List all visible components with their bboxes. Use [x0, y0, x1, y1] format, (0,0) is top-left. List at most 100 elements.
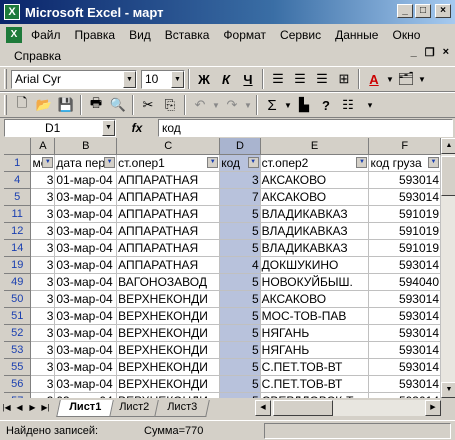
- chevron-down-icon[interactable]: ▼: [171, 70, 184, 88]
- new-document-icon[interactable]: 🗋: [11, 94, 33, 116]
- row-header[interactable]: 50: [4, 290, 32, 308]
- cell[interactable]: 3: [30, 171, 56, 189]
- row-header[interactable]: 4: [4, 171, 32, 189]
- toolbar-grip[interactable]: [4, 95, 7, 115]
- cell[interactable]: 593014: [368, 256, 441, 274]
- align-right-icon[interactable]: ☰: [311, 68, 333, 90]
- cut-icon[interactable]: ✂: [137, 94, 159, 116]
- merge-center-icon[interactable]: ⊞: [333, 68, 355, 90]
- cell[interactable]: АППАРАТНАЯ: [116, 256, 221, 274]
- align-left-icon[interactable]: ☰: [267, 68, 289, 90]
- row-header[interactable]: 51: [4, 307, 32, 325]
- cell[interactable]: 03-мар-04: [54, 273, 118, 291]
- cell[interactable]: АППАРАТНАЯ: [116, 239, 221, 257]
- chevron-down-icon[interactable]: ▼: [211, 94, 221, 116]
- cell[interactable]: 593014: [368, 341, 441, 359]
- help-button[interactable]: ?: [315, 94, 337, 116]
- cell[interactable]: 3: [30, 307, 56, 325]
- autofilter-dropdown-icon[interactable]: ▼: [247, 156, 259, 168]
- doc-close-button[interactable]: ×: [443, 46, 449, 59]
- cell[interactable]: 593014: [368, 171, 441, 189]
- menu-help[interactable]: Справка: [0, 49, 68, 63]
- cell[interactable]: 5: [219, 273, 261, 291]
- cell[interactable]: ВЕРХНЕКОНДИ: [116, 290, 221, 308]
- autofilter-dropdown-icon[interactable]: ▼: [428, 156, 439, 168]
- font-color-icon[interactable]: A: [363, 68, 385, 90]
- cell[interactable]: ВЕРХНЕКОНДИ: [116, 341, 221, 359]
- row-header[interactable]: 56: [4, 375, 32, 393]
- column-header[interactable]: E: [260, 138, 370, 155]
- chevron-down-icon[interactable]: ▼: [243, 94, 253, 116]
- cell[interactable]: 593014: [368, 375, 441, 393]
- cell[interactable]: 593014: [368, 290, 441, 308]
- scroll-left-icon[interactable]: ◀: [255, 400, 271, 416]
- column-header[interactable]: C: [116, 138, 221, 155]
- open-folder-icon[interactable]: 📂: [33, 94, 55, 116]
- redo-icon[interactable]: ↷: [221, 94, 243, 116]
- scroll-thumb[interactable]: [441, 156, 455, 196]
- minimize-button[interactable]: _: [397, 4, 413, 18]
- horizontal-scroll-thumb[interactable]: [273, 400, 333, 416]
- row-header[interactable]: 49: [4, 273, 32, 291]
- cell[interactable]: 5: [219, 375, 261, 393]
- cell[interactable]: ДОКШУКИНО: [260, 256, 370, 274]
- cell[interactable]: 03-мар-04: [54, 205, 118, 223]
- cell[interactable]: 5: [219, 307, 261, 325]
- cell[interactable]: АППАРАТНАЯ: [116, 222, 221, 240]
- italic-button[interactable]: К: [215, 68, 237, 90]
- cell[interactable]: МОС-ТОВ-ПАВ: [260, 307, 370, 325]
- autofilter-dropdown-icon[interactable]: ▼: [42, 156, 54, 168]
- prev-sheet-icon[interactable]: ◀: [13, 400, 26, 415]
- name-box[interactable]: D1 ▼: [4, 119, 116, 137]
- cell[interactable]: 3: [219, 171, 261, 189]
- cell[interactable]: 3: [30, 273, 56, 291]
- scroll-right-icon[interactable]: ▶: [425, 400, 441, 416]
- align-center-icon[interactable]: ☰: [289, 68, 311, 90]
- doc-minimize-button[interactable]: _: [411, 46, 417, 59]
- select-all-corner[interactable]: [4, 138, 32, 155]
- cell[interactable]: 3: [30, 188, 56, 206]
- menu-view[interactable]: Вид: [122, 28, 158, 42]
- cell[interactable]: 5: [219, 324, 261, 342]
- print-preview-icon[interactable]: 🔍: [107, 94, 129, 116]
- cell[interactable]: ВЕРХНЕКОНДИ: [116, 358, 221, 376]
- cell[interactable]: ВЕРХНЕКОНДИ: [116, 307, 221, 325]
- font-size-select[interactable]: 10 ▼: [141, 69, 185, 89]
- cell[interactable]: 593014: [368, 324, 441, 342]
- cell[interactable]: 03-мар-04: [54, 375, 118, 393]
- cell[interactable]: ВАГОНОЗАВОД: [116, 273, 221, 291]
- cell[interactable]: 5: [219, 222, 261, 240]
- column-header[interactable]: D: [219, 138, 261, 155]
- chevron-down-icon[interactable]: ▼: [123, 70, 136, 88]
- underline-button[interactable]: Ч: [237, 68, 259, 90]
- fx-icon[interactable]: fx: [116, 121, 158, 135]
- cell[interactable]: 5: [219, 341, 261, 359]
- cell[interactable]: ВЛАДИКАВКАЗ: [260, 222, 370, 240]
- cell[interactable]: 03-мар-04: [54, 341, 118, 359]
- bold-button[interactable]: Ж: [193, 68, 215, 90]
- menu-tools[interactable]: Сервис: [273, 28, 328, 42]
- cell[interactable]: АППАРАТНАЯ: [116, 171, 221, 189]
- menu-format[interactable]: Формат: [216, 28, 273, 42]
- autosum-button[interactable]: Σ: [261, 94, 283, 116]
- row-header[interactable]: 11: [4, 205, 32, 223]
- cell[interactable]: ВЕРХНЕКОНДИ: [116, 375, 221, 393]
- menu-edit[interactable]: Правка: [68, 28, 123, 42]
- chevron-down-icon[interactable]: ▼: [385, 68, 395, 90]
- header-cell[interactable]: мес▼: [30, 154, 56, 172]
- menu-window[interactable]: Окно: [385, 28, 427, 42]
- cell[interactable]: 4: [219, 256, 261, 274]
- header-cell[interactable]: код ▼: [219, 154, 261, 172]
- cell[interactable]: 593014: [368, 188, 441, 206]
- cell[interactable]: ВЕРХНЕКОНДИ: [116, 324, 221, 342]
- menu-file[interactable]: Файл: [24, 28, 68, 42]
- close-button[interactable]: ×: [435, 4, 451, 18]
- sheet-tab-1[interactable]: Лист1: [56, 400, 114, 417]
- options-icon[interactable]: ☷: [337, 94, 359, 116]
- formula-input[interactable]: код: [158, 119, 453, 137]
- toolbar-overflow-icon[interactable]: ▾: [359, 94, 381, 116]
- row-header[interactable]: 53: [4, 341, 32, 359]
- cell[interactable]: 594040: [368, 273, 441, 291]
- cell[interactable]: ВЛАДИКАВКАЗ: [260, 205, 370, 223]
- header-cell[interactable]: ст.опер2 ▼: [260, 154, 370, 172]
